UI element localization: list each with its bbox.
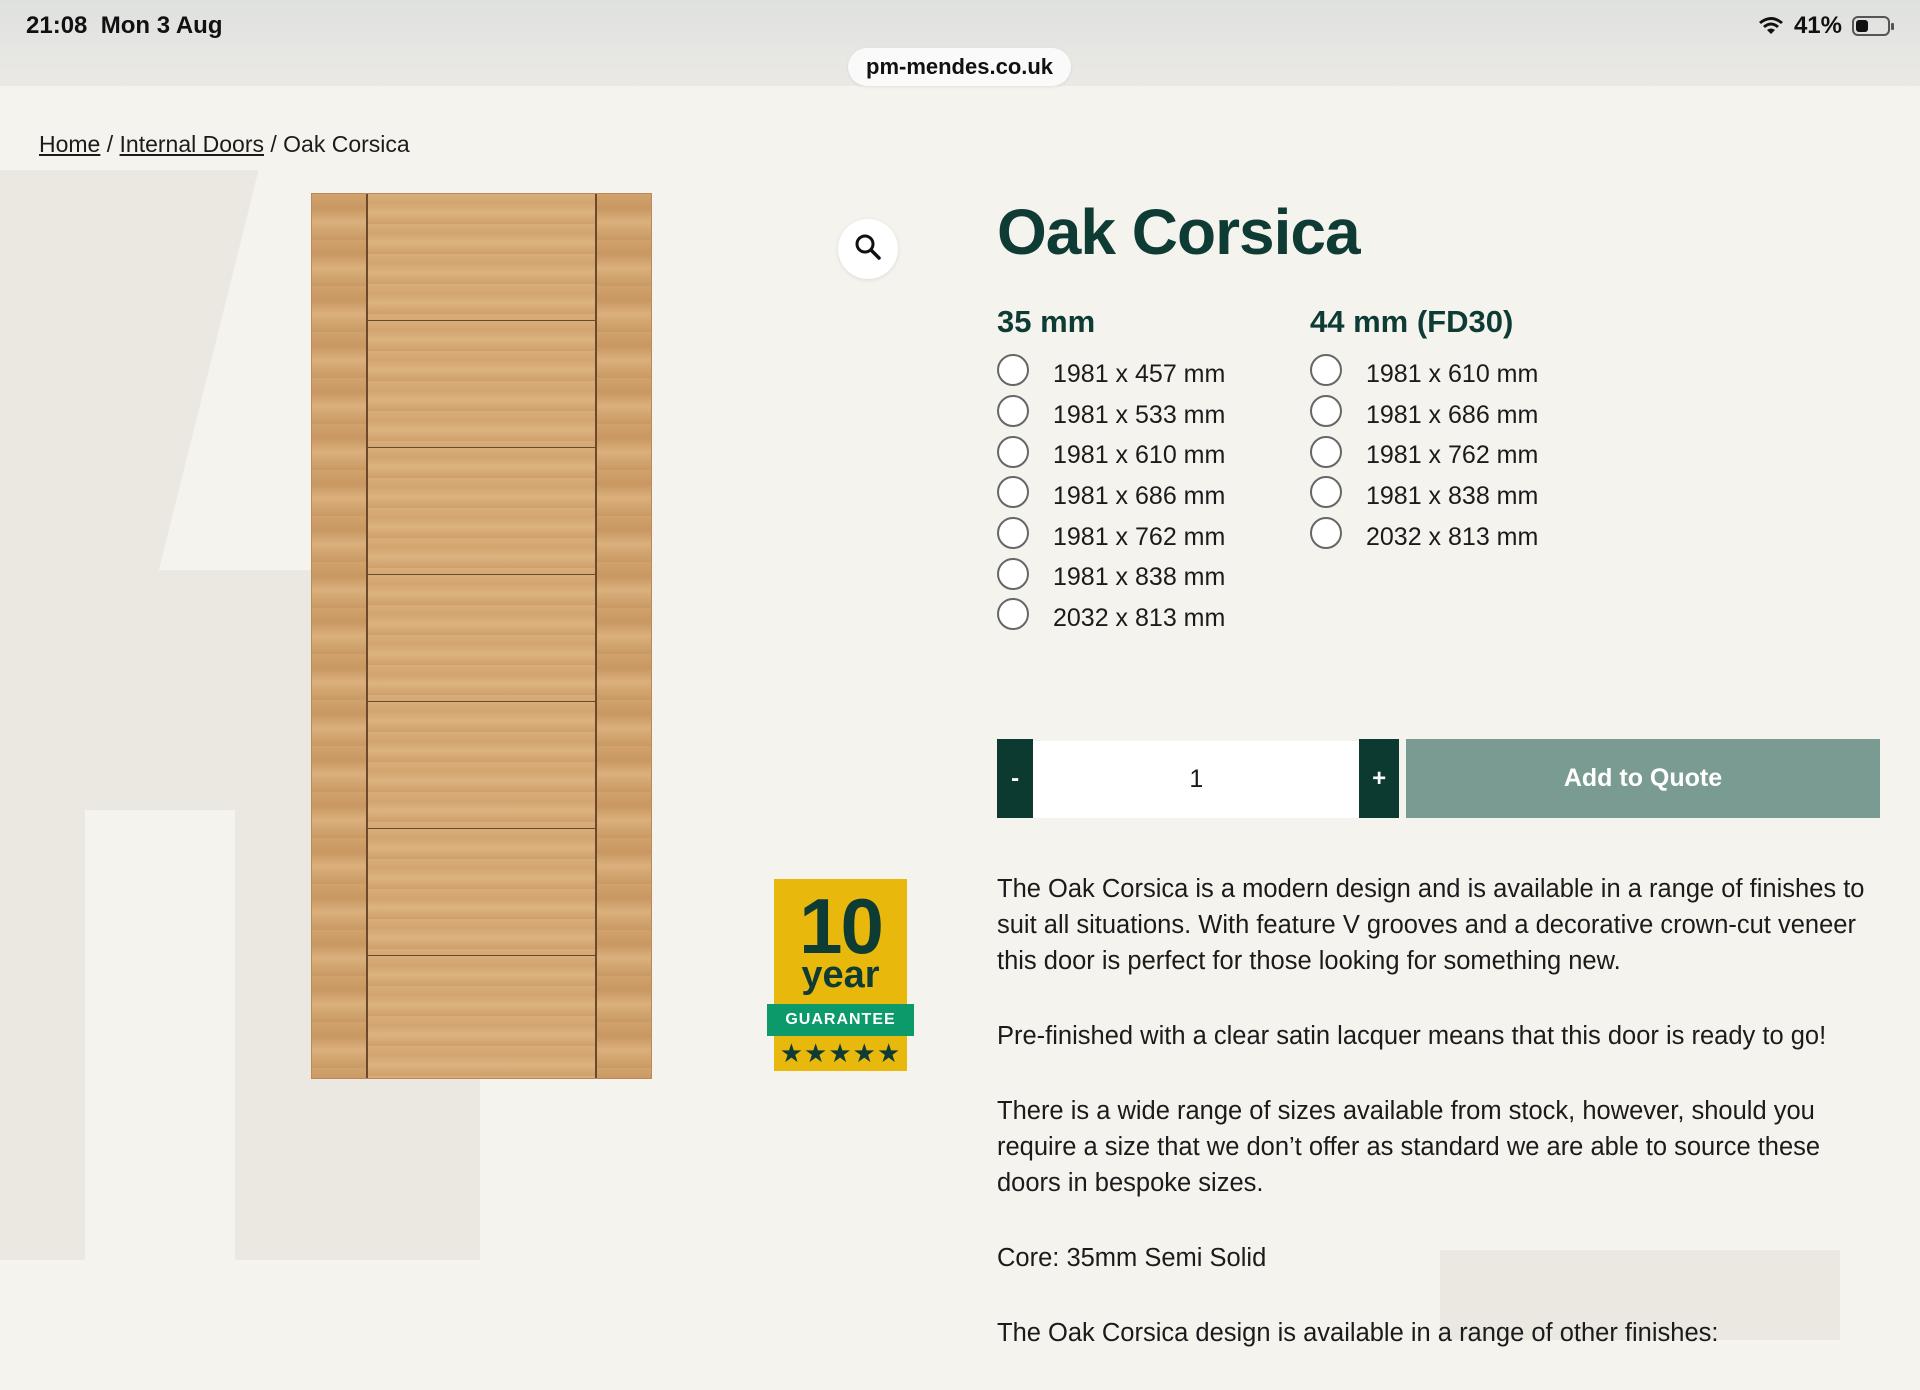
radio-button[interactable] bbox=[1310, 435, 1342, 468]
radio-button[interactable] bbox=[997, 598, 1029, 631]
product-title: Oak Corsica bbox=[997, 196, 1361, 268]
door-panel bbox=[368, 194, 595, 322]
quantity-stepper: - + bbox=[997, 739, 1399, 818]
status-indicators: 41% bbox=[1758, 12, 1894, 40]
breadcrumb-category-link[interactable]: Internal Doors bbox=[120, 131, 264, 157]
size-option[interactable]: 1981 x 686 mm bbox=[1310, 395, 1538, 436]
description-paragraph: Pre-finished with a clear satin lacquer … bbox=[997, 1022, 1827, 1050]
door-stile-left bbox=[312, 194, 368, 1078]
radio-button[interactable] bbox=[997, 476, 1029, 509]
size-option[interactable]: 1981 x 457 mm bbox=[997, 354, 1225, 395]
door-panel bbox=[368, 702, 595, 830]
clock-date: Mon 3 Aug bbox=[100, 12, 223, 39]
radio-button[interactable] bbox=[997, 557, 1029, 590]
size-option-label: 1981 x 838 mm bbox=[1366, 481, 1539, 510]
size-option[interactable]: 1981 x 762 mm bbox=[997, 517, 1225, 558]
radio-button[interactable] bbox=[997, 435, 1029, 468]
product-description: The Oak Corsica is a modern design and i… bbox=[997, 871, 1877, 1390]
star-rating-icon: ★★★★★ bbox=[779, 1038, 902, 1068]
battery-icon bbox=[1852, 16, 1894, 36]
url-bar[interactable]: pm-mendes.co.uk bbox=[848, 48, 1072, 86]
url-text: pm-mendes.co.uk bbox=[866, 54, 1054, 79]
description-paragraph: There is a wide range of sizes available… bbox=[997, 1097, 1821, 1197]
badge-label: GUARANTEE bbox=[767, 1004, 914, 1036]
size-option-label: 2032 x 813 mm bbox=[1053, 603, 1226, 632]
size-option[interactable]: 2032 x 813 mm bbox=[997, 598, 1225, 639]
size-option[interactable]: 1981 x 610 mm bbox=[1310, 354, 1538, 395]
breadcrumb-separator: / bbox=[270, 131, 277, 157]
size-group-44mm: 44 mm (FD30) 1981 x 610 mm 1981 x 686 mm… bbox=[1310, 304, 1538, 557]
size-option-label: 1981 x 610 mm bbox=[1366, 359, 1539, 388]
size-option-label: 1981 x 610 mm bbox=[1053, 441, 1226, 470]
size-option-label: 1981 x 838 mm bbox=[1053, 563, 1226, 592]
door-panel bbox=[368, 829, 595, 957]
size-group-heading: 44 mm (FD30) bbox=[1310, 304, 1514, 339]
size-option[interactable]: 2032 x 813 mm bbox=[1310, 517, 1538, 558]
size-option-label: 1981 x 686 mm bbox=[1366, 400, 1539, 429]
radio-button[interactable] bbox=[1310, 517, 1342, 550]
radio-button[interactable] bbox=[1310, 354, 1342, 387]
description-paragraph: The Oak Corsica design is available in a… bbox=[997, 1319, 1719, 1347]
search-icon bbox=[854, 233, 882, 266]
size-option-label: 1981 x 762 mm bbox=[1053, 522, 1226, 551]
radio-button[interactable] bbox=[1310, 476, 1342, 509]
size-option[interactable]: 1981 x 686 mm bbox=[997, 476, 1225, 517]
size-option[interactable]: 1981 x 838 mm bbox=[1310, 476, 1538, 517]
door-panel bbox=[368, 321, 595, 449]
door-stile-right bbox=[595, 194, 651, 1078]
size-option-label: 1981 x 686 mm bbox=[1053, 481, 1226, 510]
size-option-label: 1981 x 762 mm bbox=[1366, 441, 1539, 470]
status-bar: 21:08 Mon 3 Aug 41% pm-mendes.co.uk bbox=[0, 0, 1920, 86]
door-panel bbox=[368, 956, 595, 1078]
size-option[interactable]: 1981 x 533 mm bbox=[997, 395, 1225, 436]
description-paragraph: Core: 35mm Semi Solid bbox=[997, 1244, 1267, 1272]
zoom-button[interactable] bbox=[838, 219, 898, 279]
product-image[interactable] bbox=[312, 194, 651, 1078]
quantity-decrease-button[interactable]: - bbox=[997, 739, 1034, 818]
size-group-heading: 35 mm bbox=[997, 304, 1096, 339]
size-option[interactable]: 1981 x 838 mm bbox=[997, 557, 1225, 598]
description-paragraph: The Oak Corsica is a modern design and i… bbox=[997, 875, 1865, 975]
battery-percent: 41% bbox=[1793, 12, 1842, 39]
breadcrumb-home-link[interactable]: Home bbox=[39, 131, 100, 157]
door-panel bbox=[368, 448, 595, 576]
size-option[interactable]: 1981 x 762 mm bbox=[1310, 435, 1538, 476]
size-option[interactable]: 1981 x 610 mm bbox=[997, 435, 1225, 476]
clock-time: 21:08 bbox=[26, 12, 88, 39]
badge-unit: year bbox=[801, 954, 880, 996]
breadcrumb-separator: / bbox=[106, 131, 114, 157]
wifi-icon bbox=[1758, 16, 1784, 36]
radio-button[interactable] bbox=[997, 395, 1029, 428]
background-shape bbox=[85, 810, 235, 1260]
status-time: 21:08 Mon 3 Aug bbox=[26, 12, 223, 40]
guarantee-badge: 10 year GUARANTEE ★★★★★ bbox=[767, 879, 914, 1071]
size-option-label: 2032 x 813 mm bbox=[1366, 522, 1539, 551]
size-option-label: 1981 x 457 mm bbox=[1053, 359, 1226, 388]
radio-button[interactable] bbox=[1310, 395, 1342, 428]
door-panels bbox=[368, 194, 595, 1078]
quantity-input[interactable] bbox=[1033, 741, 1360, 818]
add-to-quote-button[interactable]: Add to Quote bbox=[1406, 739, 1880, 818]
radio-button[interactable] bbox=[997, 517, 1029, 550]
quantity-increase-button[interactable]: + bbox=[1359, 739, 1399, 818]
breadcrumb-current: Oak Corsica bbox=[283, 131, 410, 157]
radio-button[interactable] bbox=[997, 354, 1029, 387]
battery-level bbox=[1856, 20, 1868, 32]
breadcrumb: Home / Internal Doors / Oak Corsica bbox=[39, 131, 410, 158]
size-group-35mm: 35 mm 1981 x 457 mm 1981 x 533 mm 1981 x… bbox=[997, 304, 1225, 639]
door-panel bbox=[368, 575, 595, 703]
size-option-label: 1981 x 533 mm bbox=[1053, 400, 1226, 429]
